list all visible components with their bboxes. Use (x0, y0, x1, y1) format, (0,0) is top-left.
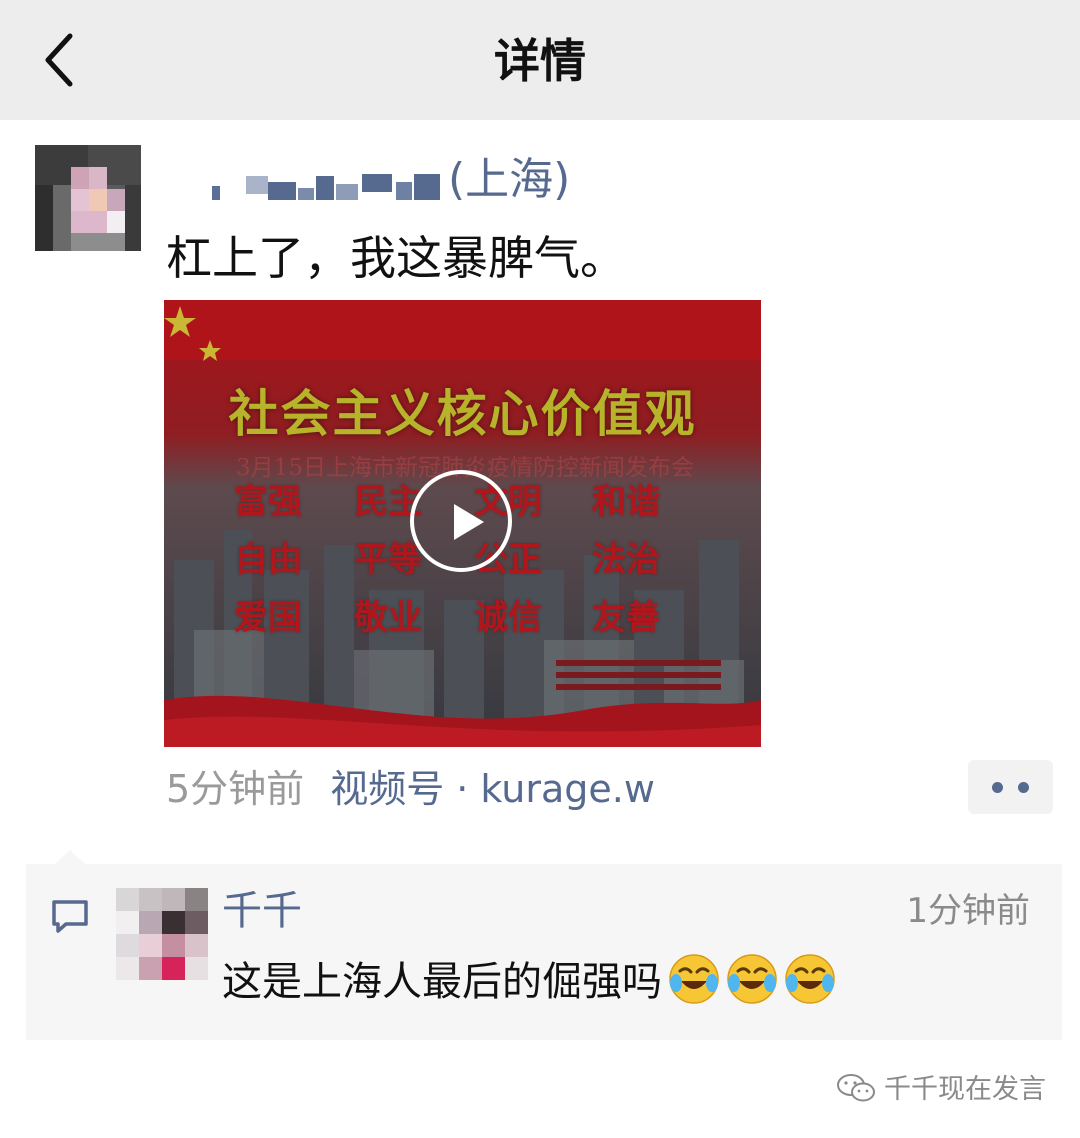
video-value-word: 法治 (592, 540, 660, 580)
video-thumbnail[interactable]: 社会主义核心价值观 3月15日上海市新冠肺炎疫情防控新闻发布会 富强 民主 文明… (164, 300, 761, 747)
comment-text: 这是上海人最后的倔强吗 (222, 952, 836, 1012)
video-value-word: 敬业 (354, 598, 422, 638)
play-icon[interactable] (410, 470, 512, 572)
post-meta: 5分钟前 视频号 · kurage.w (166, 762, 655, 816)
video-value-word: 友善 (592, 598, 660, 638)
wechat-icon (837, 1073, 875, 1101)
commenter-name[interactable]: 千千 (222, 882, 302, 940)
comment-time: 1分钟前 (906, 891, 1030, 931)
commenter-avatar[interactable] (116, 888, 208, 980)
author-line[interactable]: (上海) (166, 150, 686, 210)
crying-laughing-emoji (727, 954, 777, 1004)
watermark: 千千现在发言 (836, 1070, 1046, 1110)
page-title: 详情 (494, 34, 586, 88)
video-value-word: 爱国 (234, 598, 302, 638)
post-time: 5分钟前 (166, 767, 305, 811)
crying-laughing-emoji (669, 954, 719, 1004)
video-title: 社会主义核心价值观 (228, 385, 697, 443)
more-icon[interactable] (968, 760, 1053, 814)
author-avatar[interactable] (35, 145, 141, 251)
name-mosaic (212, 174, 440, 200)
comment-panel-arrow (54, 850, 86, 865)
video-value-word: 平等 (354, 540, 422, 580)
video-value-word: 自由 (234, 540, 302, 580)
comment-panel: 千千 1分钟前 这是上海人最后的倔强吗 (26, 864, 1062, 1040)
author-location: (上海) (448, 154, 571, 205)
crying-laughing-emoji (785, 954, 835, 1004)
watermark-text: 千千现在发言 (884, 1074, 1046, 1105)
video-value-word: 诚信 (474, 598, 542, 638)
post-text: 杠上了，我这暴脾气。 (166, 231, 626, 285)
video-value-word: 富强 (234, 482, 302, 522)
video-value-word: 和谐 (592, 482, 660, 522)
video-channel-link[interactable]: 视频号 · kurage.w (330, 767, 655, 811)
comment-icon (50, 896, 90, 936)
top-bar: 详情 (0, 0, 1080, 120)
comment-text-content: 这是上海人最后的倔强吗 (222, 959, 662, 1005)
